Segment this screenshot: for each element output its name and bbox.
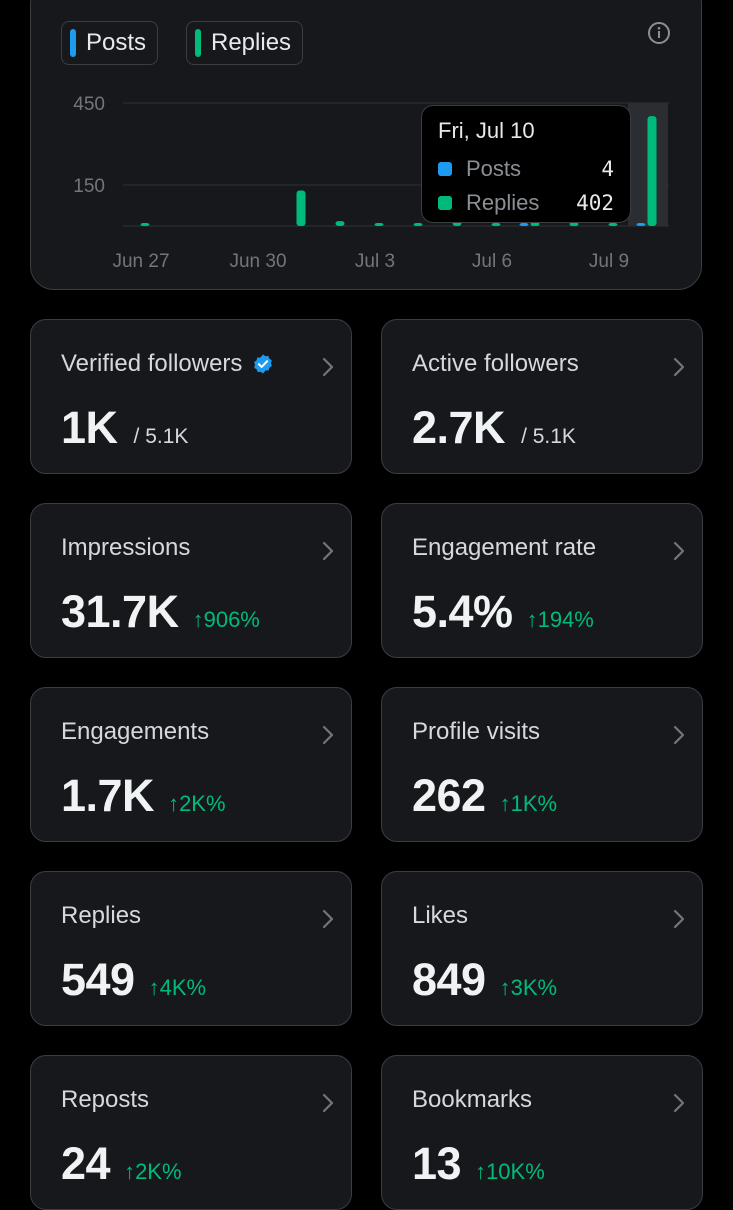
metric-label-row: Reposts: [61, 1086, 149, 1114]
metric-value: 1K: [61, 402, 118, 453]
x-tick-label: Jun 30: [229, 251, 286, 272]
replies-bar: [608, 223, 618, 226]
metric-value-row: 2.7K / 5.1K: [412, 402, 576, 454]
metric-value-row: 13 ↑10K%: [412, 1138, 545, 1190]
metric-card-impressions[interactable]: Impressions 31.7K ↑906%: [30, 503, 352, 658]
chevron-right-icon: [673, 909, 685, 929]
metric-card-verified-followers[interactable]: Verified followers 1K / 5.1K: [30, 319, 352, 474]
tooltip-replies-swatch: [438, 196, 452, 210]
metric-value: 849: [412, 954, 486, 1005]
metric-label-row: Verified followers: [61, 350, 274, 378]
metric-value-row: 5.4% ↑194%: [412, 586, 594, 638]
replies-bar: [647, 116, 657, 226]
x-tick-label: Jul 9: [589, 251, 629, 272]
tooltip-replies-name: Replies: [466, 190, 540, 215]
metric-card-likes[interactable]: Likes 849 ↑3K%: [381, 871, 703, 1026]
y-tick-label: 150: [73, 176, 105, 197]
metric-value-row: 849 ↑3K%: [412, 954, 557, 1006]
metric-label: Profile visits: [412, 718, 541, 745]
replies-bar: [140, 223, 150, 226]
metric-change: ↑194%: [526, 607, 594, 632]
chart-card: Posts Replies 150 450 Jun 27 Jun 30 Jul 3 Jul…: [30, 0, 702, 290]
metric-change: ↑906%: [192, 607, 260, 632]
metric-change: ↑4K%: [148, 975, 207, 1000]
tooltip-posts-swatch: [438, 162, 452, 176]
metric-total: / 5.1K: [133, 425, 189, 448]
metric-value-row: 24 ↑2K%: [61, 1138, 182, 1190]
metric-label: Verified followers: [61, 350, 243, 377]
metric-label-row: Engagement rate: [412, 534, 596, 562]
metric-change: ↑1K%: [499, 791, 558, 816]
metric-value: 262: [412, 770, 486, 821]
metric-label: Bookmarks: [412, 1086, 533, 1113]
metric-label-row: Profile visits: [412, 718, 540, 746]
tooltip-replies-value: 402: [576, 191, 614, 215]
chevron-right-icon: [322, 725, 334, 745]
tooltip-posts-value: 4: [601, 157, 614, 181]
metric-value: 5.4%: [412, 586, 513, 637]
metric-label: Likes: [412, 902, 469, 929]
chevron-right-icon: [322, 909, 334, 929]
metric-value: 1.7K: [61, 770, 155, 821]
metric-value-row: 1K / 5.1K: [61, 402, 188, 454]
metric-label-row: Engagements: [61, 718, 209, 746]
metric-card-reposts[interactable]: Reposts 24 ↑2K%: [30, 1055, 352, 1210]
metric-value-row: 31.7K ↑906%: [61, 586, 260, 638]
chevron-right-icon: [673, 1093, 685, 1113]
metric-label-row: Bookmarks: [412, 1086, 532, 1114]
metric-change: ↑3K%: [499, 975, 558, 1000]
verified-badge-icon: [254, 354, 273, 374]
metric-card-replies[interactable]: Replies 549 ↑4K%: [30, 871, 352, 1026]
chevron-right-icon: [322, 357, 334, 377]
metric-change: ↑10K%: [475, 1159, 545, 1184]
posts-bar: [519, 223, 529, 226]
metric-card-profile-visits[interactable]: Profile visits 262 ↑1K%: [381, 687, 703, 842]
metric-value: 13: [412, 1138, 462, 1189]
metric-label: Impressions: [61, 534, 191, 561]
metric-label: Engagements: [61, 718, 210, 745]
metric-value-row: 1.7K ↑2K%: [61, 770, 226, 822]
metric-card-engagement-rate[interactable]: Engagement rate 5.4% ↑194%: [381, 503, 703, 658]
x-tick-label: Jul 6: [472, 251, 512, 272]
metric-value-row: 549 ↑4K%: [61, 954, 206, 1006]
replies-bar: [335, 221, 345, 226]
tooltip-title: Fri, Jul 10: [438, 118, 535, 143]
metric-change: ↑2K%: [168, 791, 226, 816]
metric-label: Active followers: [412, 350, 579, 377]
chevron-right-icon: [322, 541, 334, 561]
tooltip-row-posts: Posts 4: [438, 152, 614, 186]
metric-label: Engagement rate: [412, 534, 597, 561]
metric-value: 24: [61, 1138, 111, 1189]
metric-value-row: 262 ↑1K%: [412, 770, 557, 822]
metric-card-engagements[interactable]: Engagements 1.7K ↑2K%: [30, 687, 352, 842]
metric-card-bookmarks[interactable]: Bookmarks 13 ↑10K%: [381, 1055, 703, 1210]
replies-bar: [374, 223, 384, 226]
metric-card-active-followers[interactable]: Active followers 2.7K / 5.1K: [381, 319, 703, 474]
metric-value: 549: [61, 954, 135, 1005]
tooltip-posts-name: Posts: [466, 156, 522, 181]
metric-label-row: Likes: [412, 902, 468, 930]
x-tick-label: Jul 3: [355, 251, 395, 272]
replies-bar: [413, 223, 423, 226]
y-tick-label: 450: [73, 94, 105, 115]
metric-value: 31.7K: [61, 586, 179, 637]
metric-total: / 5.1K: [521, 425, 576, 448]
metric-value: 2.7K: [412, 402, 506, 453]
chart-tooltip: Fri, Jul 10 Posts 4 Replies 402: [421, 105, 631, 223]
chevron-right-icon: [673, 541, 685, 561]
posts-bar: [636, 223, 646, 226]
chevron-right-icon: [322, 1093, 334, 1113]
replies-bar: [491, 223, 501, 226]
metric-change: ↑2K%: [124, 1159, 182, 1184]
metric-label-row: Active followers: [412, 350, 579, 378]
metric-label-row: Replies: [61, 902, 141, 930]
chevron-right-icon: [673, 357, 685, 377]
metric-label: Replies: [61, 902, 142, 929]
chevron-right-icon: [673, 725, 685, 745]
replies-bar: [296, 190, 306, 226]
x-tick-label: Jun 27: [112, 251, 169, 272]
tooltip-row-replies: Replies 402: [438, 186, 614, 220]
metric-label: Reposts: [61, 1086, 150, 1113]
metric-label-row: Impressions: [61, 534, 190, 562]
